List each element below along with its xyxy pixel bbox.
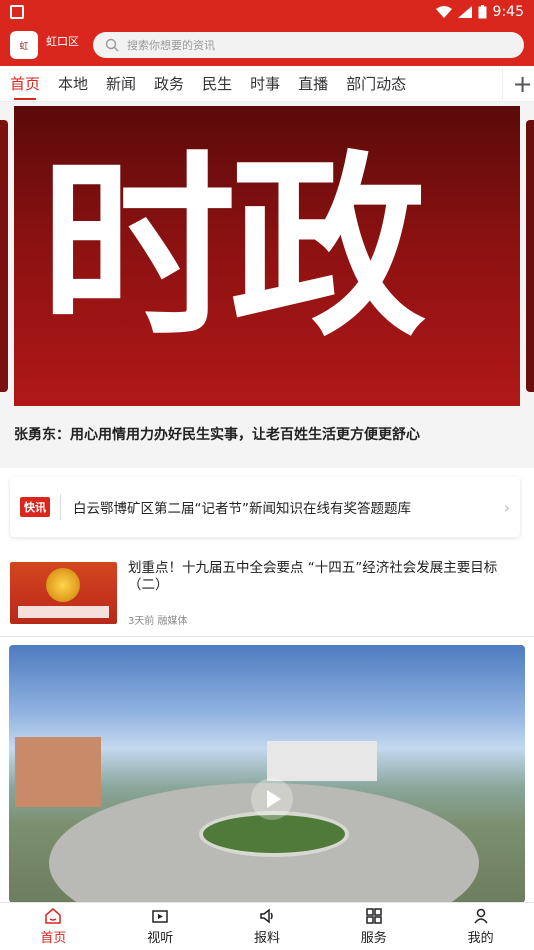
quick-news-text: 白云鄂博矿区第二届“记者节”新闻知识在线有奖答题题库 [73, 501, 411, 517]
nav-watch-label: 视听 [147, 931, 174, 946]
nav-home-label: 首页 [40, 931, 67, 946]
search-icon [105, 38, 119, 52]
grid-icon [366, 908, 382, 924]
user-icon [473, 908, 488, 924]
add-tab-icon[interactable]: + [502, 68, 533, 100]
tab-live[interactable]: 直播 [298, 66, 328, 102]
news-meta: 3天前 融媒体 [128, 616, 188, 627]
bottom-nav: 首页 视听 报料 服务 我的 [0, 902, 534, 950]
megaphone-icon [260, 908, 273, 924]
news-thumbnail [10, 562, 117, 624]
app-logo[interactable]: 虹 [10, 31, 38, 59]
building-shape [267, 741, 377, 781]
banner-image[interactable]: 时政 [14, 106, 520, 406]
carousel-prev-peek[interactable] [0, 120, 8, 392]
battery-icon [478, 5, 487, 19]
region-label[interactable]: 虹口区 [46, 33, 79, 49]
video-card[interactable] [9, 645, 525, 903]
wifi-icon [435, 6, 452, 18]
quick-news-badge: 快讯 [20, 497, 50, 517]
nav-report[interactable]: 报料 [214, 903, 321, 950]
search-input[interactable]: 搜索你想要的资讯 [93, 32, 524, 58]
play-icon[interactable] [251, 778, 293, 820]
thumbnail-caption-bar [18, 606, 109, 618]
banner-image-text: 时政 [40, 133, 426, 363]
building-shape [15, 737, 101, 807]
status-time: 9:45 [492, 4, 524, 20]
emblem-icon [46, 568, 80, 602]
tab-local[interactable]: 本地 [58, 66, 88, 102]
tab-current-affairs[interactable]: 时事 [250, 66, 280, 102]
app-header: 虹 虹口区 搜索你想要的资讯 [0, 24, 534, 66]
nav-service[interactable]: 服务 [320, 903, 427, 950]
nav-me-label: 我的 [467, 931, 494, 946]
home-icon [45, 908, 62, 924]
tv-icon [152, 910, 168, 923]
tab-government[interactable]: 政务 [154, 66, 184, 102]
nav-service-label: 服务 [360, 931, 387, 946]
divider [0, 636, 534, 637]
nav-watch[interactable]: 视听 [107, 903, 214, 950]
divider [60, 494, 61, 520]
notification-icon [10, 5, 24, 19]
news-list-item[interactable]: 划重点！十九届五中全会要点 “十四五”经济社会发展主要目标（二） 3天前 融媒体 [10, 560, 524, 628]
nav-me[interactable]: 我的 [427, 903, 534, 950]
tab-home[interactable]: 首页 [10, 66, 40, 102]
tab-livelihood[interactable]: 民生 [202, 66, 232, 102]
banner-section: 时政 张勇东：用心用情用力办好民生实事，让老百姓生活更方便更舒心 [0, 102, 534, 468]
logo-text: 虹 [19, 41, 29, 52]
nav-home[interactable]: 首页 [0, 903, 107, 950]
tab-news[interactable]: 新闻 [106, 66, 136, 102]
tab-department-news[interactable]: 部门动态 [346, 66, 406, 102]
quick-news-bar[interactable]: 快讯 白云鄂博矿区第二届“记者节”新闻知识在线有奖答题题库 › [10, 477, 520, 537]
status-bar: 9:45 [0, 0, 534, 24]
news-title: 划重点！十九届五中全会要点 “十四五”经济社会发展主要目标（二） [128, 560, 498, 593]
carousel-next-peek[interactable] [526, 120, 534, 392]
nav-report-label: 报料 [253, 931, 280, 946]
category-tabs: 首页 本地 新闻 政务 民生 时事 直播 部门动态 + [0, 66, 534, 102]
banner-title[interactable]: 张勇东：用心用情用力办好民生实事，让老百姓生活更方便更舒心 [14, 424, 420, 444]
search-placeholder: 搜索你想要的资讯 [127, 39, 215, 52]
chevron-right-icon: › [503, 497, 510, 517]
signal-icon [457, 6, 472, 18]
